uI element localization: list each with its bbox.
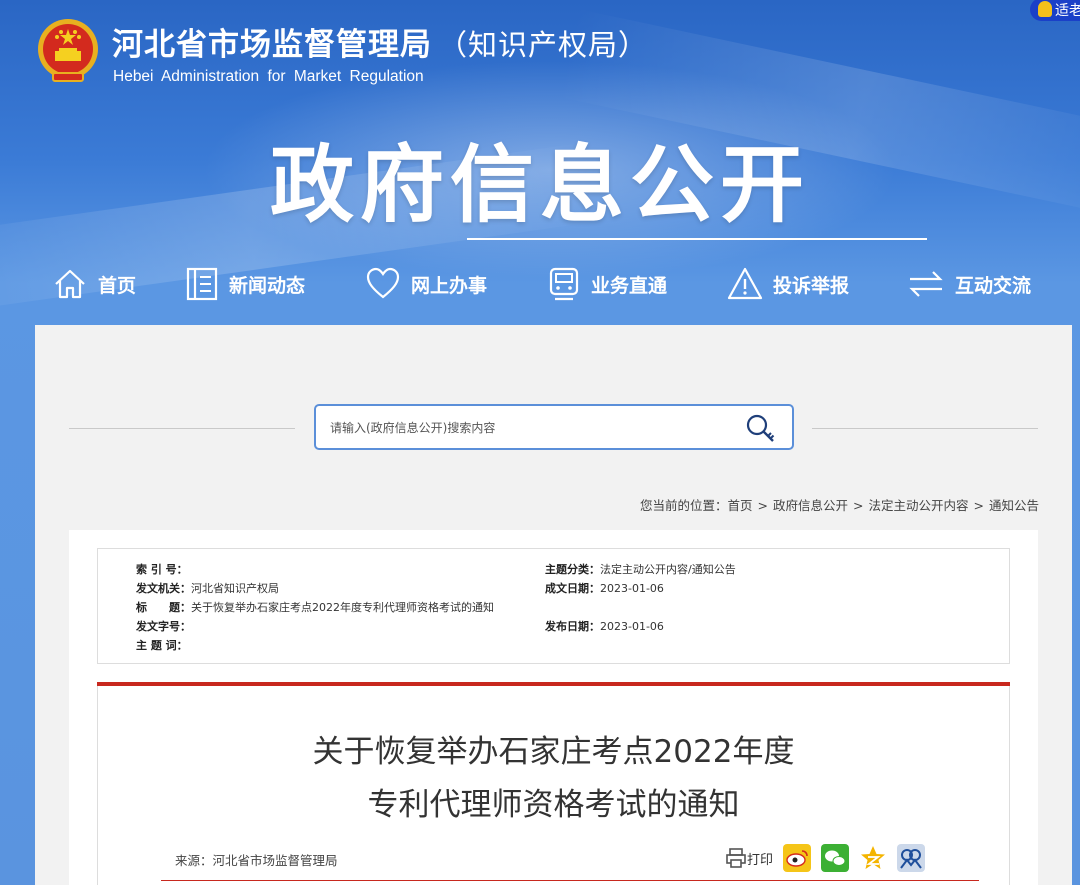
meta-category: 主题分类：法定主动公开内容/通知公告	[545, 561, 736, 577]
meta-value: 河北省知识产权局	[191, 582, 279, 595]
article-divider	[161, 880, 979, 881]
wechat-icon[interactable]	[821, 844, 850, 872]
nav-label: 网上办事	[411, 274, 488, 297]
search-icon[interactable]	[742, 410, 778, 446]
meta-issuer: 发文机关：河北省知识产权局	[136, 580, 279, 596]
print-label: 打印	[747, 852, 774, 868]
renren-icon[interactable]	[897, 844, 926, 872]
meta-label: 发布日期：	[545, 620, 600, 633]
nav-item-complaint[interactable]: 投诉举报	[727, 262, 849, 306]
meta-label: 成文日期：	[545, 582, 600, 595]
site-title-sub: （知识产权局）	[438, 28, 649, 62]
title-underline	[467, 238, 927, 240]
train-icon	[549, 267, 579, 301]
breadcrumb-separator: >	[757, 498, 768, 513]
site-title-cn: 河北省市场监督管理局	[112, 27, 432, 63]
print-button[interactable]: 打印	[725, 847, 773, 869]
meta-label: 索 引 号：	[136, 563, 188, 576]
article-tools: 打印	[725, 843, 935, 873]
nav-item-news[interactable]: 新闻动态	[185, 262, 305, 306]
nav-label: 业务直通	[591, 274, 668, 297]
main-nav: 首页 新闻动态 网上办事 业务直通 投诉举报 互动交流	[0, 262, 1080, 306]
breadcrumb-separator: >	[973, 498, 984, 513]
meta-label: 发文机关：	[136, 582, 191, 595]
nav-label: 互动交流	[955, 274, 1032, 297]
nav-item-interaction[interactable]: 互动交流	[907, 262, 1031, 306]
nav-item-home[interactable]: 首页	[52, 262, 136, 306]
heart-icon	[366, 267, 400, 299]
meta-keywords: 主 题 词：	[136, 637, 188, 653]
search-input[interactable]	[330, 416, 730, 440]
meta-value: 2023-01-06	[600, 582, 664, 595]
meta-label: 标 题：	[136, 601, 191, 614]
article-title-line1: 关于恢复举办石家庄考点2022年度	[312, 734, 795, 770]
national-emblem-icon	[38, 19, 98, 82]
meta-docno: 发文字号：	[136, 618, 191, 634]
news-icon	[186, 267, 218, 301]
breadcrumb-gov-info[interactable]: 政府信息公开	[773, 498, 848, 513]
meta-value: 关于恢复举办石家庄考点2022年度专利代理师资格考试的通知	[191, 601, 494, 614]
nav-item-business[interactable]: 业务直通	[547, 262, 667, 306]
page-big-title: 政府信息公开	[270, 136, 811, 234]
site-title: 河北省市场监督管理局 （知识产权局）	[112, 19, 648, 64]
nav-item-online-service[interactable]: 网上办事	[365, 262, 487, 306]
breadcrumb-home[interactable]: 首页	[727, 498, 752, 513]
nav-label: 新闻动态	[229, 274, 306, 297]
printer-icon	[726, 848, 746, 868]
meta-value: 法定主动公开内容/通知公告	[600, 563, 736, 576]
meta-label: 主题分类：	[545, 563, 600, 576]
breadcrumb-prefix: 您当前的位置：	[639, 498, 728, 513]
meta-value: 2023-01-06	[600, 620, 664, 633]
divider	[69, 428, 295, 429]
meta-label: 主 题 词：	[136, 639, 188, 652]
meta-index: 索 引 号：	[136, 561, 188, 577]
search-box	[314, 404, 794, 450]
content-area: 索 引 号： 发文机关：河北省知识产权局 标 题：关于恢复举办石家庄考点2022…	[69, 530, 1038, 885]
meta-label: 发文字号：	[136, 620, 191, 633]
article-source: 来源：河北省市场监督管理局	[175, 853, 338, 868]
meta-title: 标 题：关于恢复举办石家庄考点2022年度专利代理师资格考试的通知	[136, 599, 494, 615]
breadcrumb-statutory[interactable]: 法定主动公开内容	[868, 498, 968, 513]
nav-label: 首页	[98, 274, 137, 297]
warning-icon	[727, 267, 763, 300]
breadcrumb-notice[interactable]: 通知公告	[989, 498, 1039, 513]
elder-mode-label: 适老	[1055, 3, 1080, 19]
meta-written-date: 成文日期：2023-01-06	[545, 580, 664, 596]
breadcrumb-separator: >	[853, 498, 864, 513]
divider	[812, 428, 1038, 429]
meta-published-date: 发布日期：2023-01-06	[545, 618, 664, 634]
elder-icon	[1038, 1, 1052, 17]
qzone-icon[interactable]	[859, 844, 887, 872]
article-title: 关于恢复举办石家庄考点2022年度 专利代理师资格考试的通知	[97, 726, 1010, 832]
exchange-icon	[909, 271, 943, 297]
main-panel: 您当前的位置：首页 > 政府信息公开 > 法定主动公开内容 > 通知公告 索 引 号： 发文…	[35, 325, 1072, 885]
nav-label: 投诉举报	[773, 274, 850, 297]
document-meta-table: 索 引 号： 发文机关：河北省知识产权局 标 题：关于恢复举办石家庄考点2022…	[97, 548, 1010, 664]
weibo-icon[interactable]	[783, 844, 812, 872]
elder-mode-button[interactable]: 适老	[1030, 0, 1080, 21]
breadcrumb: 您当前的位置：首页 > 政府信息公开 > 法定主动公开内容 > 通知公告	[640, 495, 1039, 514]
site-title-en: Hebei Administration for Market Regulati…	[113, 68, 424, 85]
home-icon	[55, 269, 85, 299]
article-title-line2: 专利代理师资格考试的通知	[367, 787, 740, 823]
